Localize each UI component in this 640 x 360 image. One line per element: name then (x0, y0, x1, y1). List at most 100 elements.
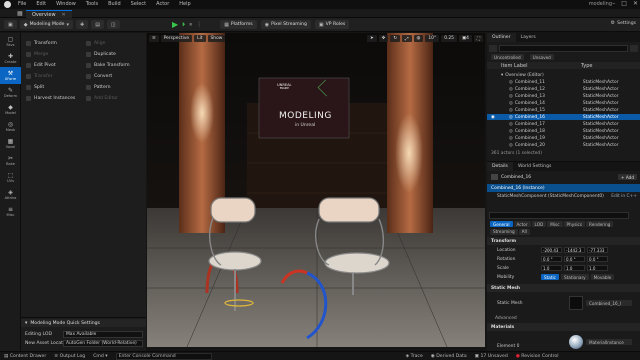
static-mesh-category[interactable]: Static Mesh (487, 284, 640, 292)
column-type[interactable]: Type (581, 63, 592, 69)
blueprint-button[interactable]: ▤ (91, 20, 104, 29)
filter-lod[interactable]: LOD (531, 221, 547, 228)
quick-settings-header[interactable]: ▾ Modeling Mode Quick Settings (21, 319, 146, 327)
filter-unsaved[interactable]: Unsaved (529, 54, 554, 60)
play-options-icon[interactable]: ⏵ (182, 21, 185, 29)
outliner-row[interactable]: ◎ Combined_13 StaticMeshActor (487, 93, 640, 99)
category-misc[interactable]: ≡ Misc (0, 203, 21, 220)
tab-world-settings[interactable]: World Settings (513, 162, 556, 171)
more-icon[interactable]: ⋮ (196, 21, 202, 28)
filter-physics[interactable]: Physics (563, 221, 586, 228)
mesh-thumbnail[interactable] (569, 296, 583, 310)
filter-actor[interactable]: Actor (513, 221, 531, 228)
category-attribs[interactable]: ◈ Attribs (0, 186, 21, 203)
perspective-button[interactable]: Perspective (160, 35, 193, 42)
category-xform[interactable]: ⚒ XForm (0, 67, 21, 84)
advanced-row[interactable]: Advanced (487, 314, 640, 322)
content-drawer-button[interactable]: ▤ Content Drawer (4, 354, 46, 359)
category-voxel[interactable]: ▦ Voxel (0, 135, 21, 152)
outliner-row[interactable]: ◎ Combined_15 StaticMeshActor (487, 107, 640, 113)
location-y[interactable]: -1442.3 (564, 247, 585, 253)
scale-button[interactable]: ⤢ (402, 35, 412, 42)
material-thumbnail[interactable] (569, 335, 583, 349)
new-asset-location-select[interactable]: AutoGen Folder (World-Relative) (63, 339, 143, 347)
transform-category[interactable]: Transform (487, 237, 640, 245)
vp-roles-button[interactable]: ▣ VP Roles (314, 20, 350, 29)
derived-data-button[interactable]: ◉ Derived Data (431, 354, 467, 359)
play-icon[interactable]: ▶ (172, 20, 178, 29)
rotation-label[interactable]: Rotation (497, 257, 539, 262)
console-command-input[interactable]: Enter Console Command (115, 352, 212, 360)
column-item-label[interactable]: Item Label (501, 63, 581, 69)
outliner-row[interactable]: ◎ Combined_20 StaticMeshActor (487, 142, 640, 148)
tab-close-icon[interactable]: ✕ (62, 12, 66, 18)
tool-edit-pivot[interactable]: Edit Pivot (26, 61, 56, 69)
outliner-root-row[interactable]: ▾ Overview (Editor) (487, 72, 640, 78)
cinematics-button[interactable]: ◫ (106, 20, 120, 29)
scale-x[interactable]: 1.0 (541, 265, 562, 271)
category-model[interactable]: ◆ Model (0, 101, 21, 118)
category-deform[interactable]: ✎ Deform (0, 84, 21, 101)
tool-split[interactable]: Split (26, 83, 44, 91)
tab-layers[interactable]: Layers (516, 33, 541, 42)
gear-icon[interactable] (630, 44, 638, 52)
mobility-stationary[interactable]: Stationary (560, 274, 589, 280)
category-mesh[interactable]: ◎ Mesh (0, 118, 21, 135)
add-component-button[interactable]: + Add (618, 174, 637, 180)
tool-duplicate[interactable]: Duplicate (86, 50, 116, 58)
rotation-x[interactable]: 0.0 ° (541, 256, 562, 262)
tool-transform[interactable]: Transform (26, 39, 57, 47)
show-button[interactable]: Show (207, 35, 226, 42)
actor-name-field[interactable]: Combined_16 (501, 175, 618, 180)
component-row[interactable]: StaticMeshComponent (StaticMeshComponent… (487, 192, 640, 200)
trace-button[interactable]: ◈ Trace (406, 354, 423, 359)
category-create[interactable]: ✚ Create (0, 50, 21, 67)
location-label[interactable]: Location (497, 248, 539, 253)
scale-z[interactable]: 1.0 (587, 265, 608, 271)
material-picker[interactable]: MaterialInstance (586, 339, 632, 345)
visibility-eye-icon[interactable]: ◉ (491, 115, 509, 120)
edit-cpp-link[interactable]: Edit in C++ (611, 194, 637, 199)
filter-misc[interactable]: Misc (547, 221, 563, 228)
select-mode-button[interactable]: ➤ (366, 35, 377, 42)
filter-general[interactable]: General (490, 221, 513, 228)
pixel-streaming-button[interactable]: ◉ Pixel Streaming (260, 20, 311, 29)
scale-y[interactable]: 1.0 (564, 265, 585, 271)
cmd-dropdown[interactable]: Cmd ▾ (93, 354, 107, 359)
mobility-movable[interactable]: Movable (590, 274, 615, 280)
camera-speed-button[interactable]: ▣ 4 (458, 35, 472, 42)
platforms-button[interactable]: ▦ Platforms (220, 20, 257, 29)
tool-convert[interactable]: Convert (86, 72, 112, 80)
rotation-z[interactable]: 0.0 ° (587, 256, 608, 262)
outliner-row[interactable]: ◎ Combined_11 StaticMeshActor (487, 79, 640, 85)
outliner-row[interactable]: ◎ Combined_18 StaticMeshActor (487, 128, 640, 134)
filter-rendering[interactable]: Rendering (586, 221, 614, 228)
level-viewport[interactable] (147, 33, 485, 347)
outliner-row[interactable]: ◉ ◎ Combined_16 StaticMeshActor (487, 114, 640, 121)
scale-snap-button[interactable]: 0.25 (441, 35, 457, 42)
close-icon[interactable]: ✕ (633, 0, 638, 7)
filter-uncontrolled[interactable]: Uncontrolled (491, 54, 524, 60)
tool-harvest-instances[interactable]: Harvest Instances (26, 94, 75, 102)
static-mesh-picker[interactable]: Combined_16_I (586, 300, 632, 306)
filter-streaming[interactable]: Streaming (490, 228, 518, 235)
outliner-search-input[interactable] (499, 44, 628, 52)
editing-lod-select[interactable]: Max Available (63, 330, 143, 338)
location-x[interactable]: -200.43 (541, 247, 562, 253)
tab-overview[interactable]: Overview ✕ (26, 10, 72, 18)
scale-label[interactable]: Scale (497, 266, 539, 271)
add-icon[interactable] (489, 44, 497, 52)
outliner-row[interactable]: ◎ Combined_12 StaticMeshActor (487, 86, 640, 92)
add-content-button[interactable]: ✚ (75, 20, 89, 29)
viewport-menu-button[interactable]: ≡ (149, 35, 159, 42)
translate-button[interactable]: ✥ (378, 35, 389, 42)
settings-button[interactable]: ⚙ Settings (611, 20, 636, 26)
outliner-row[interactable]: ◎ Combined_19 StaticMeshActor (487, 135, 640, 141)
mobility-static[interactable]: Static (541, 274, 559, 280)
category-uvs[interactable]: ⬚ UVs (0, 169, 21, 186)
lit-button[interactable]: Lit (194, 35, 206, 42)
unsaved-button[interactable]: ▣ 17 Unsaved (475, 354, 508, 359)
tab-details[interactable]: Details (487, 162, 513, 171)
mode-dropdown[interactable]: ◆ Modeling Mode ▾ (19, 20, 73, 29)
minimize-icon[interactable]: – (612, 0, 615, 7)
